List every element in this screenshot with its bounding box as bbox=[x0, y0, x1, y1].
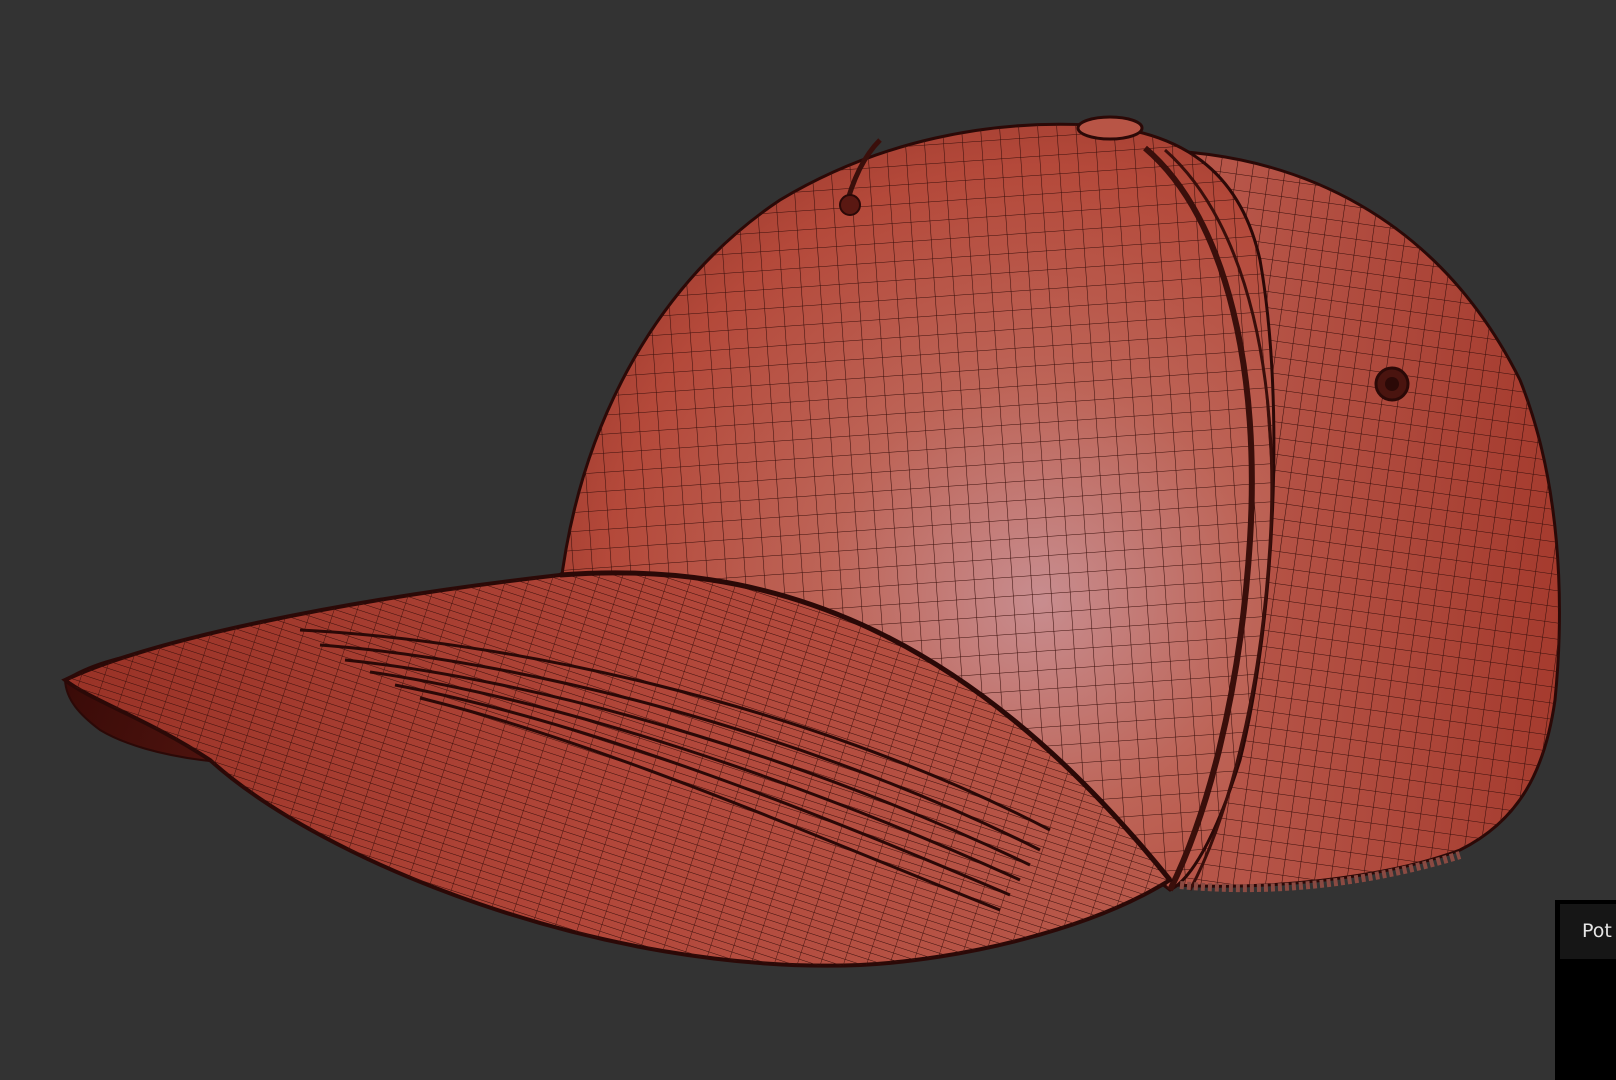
cap-model[interactable] bbox=[0, 0, 1616, 1080]
panel-tab[interactable]: Pot bbox=[1560, 904, 1616, 959]
3d-viewport[interactable] bbox=[0, 0, 1616, 1080]
cap-top-button bbox=[1076, 115, 1144, 141]
